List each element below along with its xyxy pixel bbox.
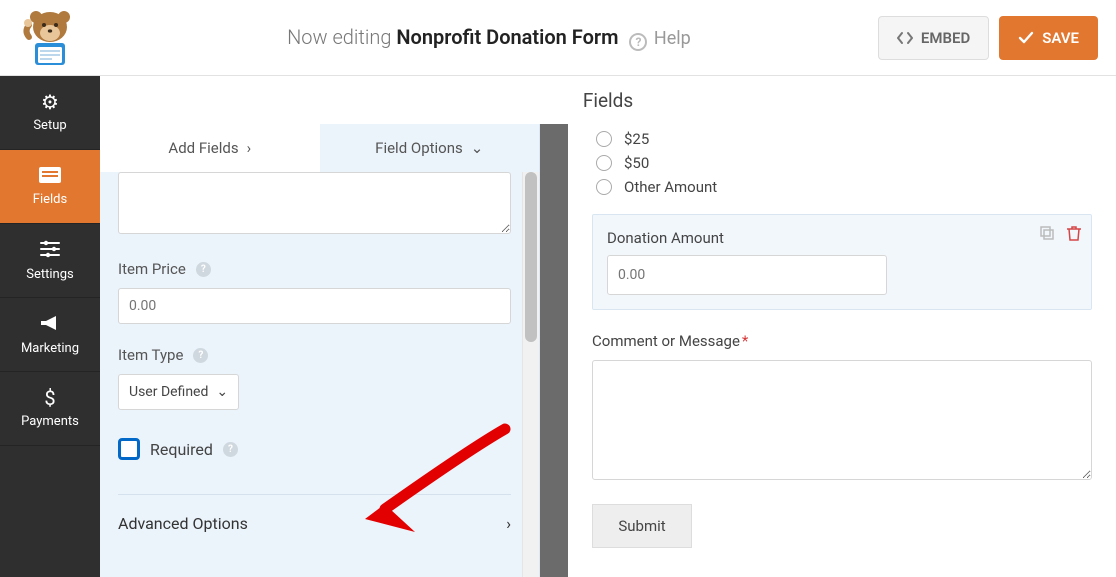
sidebar: ⚙ Setup Fields Settings Marketing $ Paym…	[0, 76, 100, 577]
pane-gutter	[540, 124, 568, 577]
help-icon[interactable]: ?	[223, 442, 238, 457]
item-price-label: Item Price ?	[118, 260, 511, 278]
radio-option[interactable]: $50	[596, 154, 1092, 172]
chevron-right-icon: ›	[506, 514, 511, 533]
dollar-icon: $	[44, 388, 55, 408]
app-logo	[0, 0, 100, 76]
help-link[interactable]: ? Help	[629, 28, 690, 49]
sidebar-item-marketing[interactable]: Marketing	[0, 298, 100, 372]
chevron-down-icon: ⌄	[216, 384, 228, 400]
form-icon	[39, 166, 61, 186]
trash-icon[interactable]	[1067, 225, 1081, 245]
tab-add-fields[interactable]: Add Fields ›	[100, 124, 320, 172]
required-star: *	[742, 332, 748, 350]
advanced-options-toggle[interactable]: Advanced Options ›	[118, 495, 511, 551]
section-title: Fields	[100, 76, 1116, 124]
item-type-label: Item Type ?	[118, 346, 511, 364]
top-bar: Now editing Nonprofit Donation Form ? He…	[0, 0, 1116, 76]
radio-icon	[596, 179, 612, 195]
item-type-select[interactable]: User Defined ⌄	[118, 374, 239, 410]
donation-amount-label: Donation Amount	[607, 229, 1077, 247]
form-name: Nonprofit Donation Form	[396, 25, 618, 49]
help-icon[interactable]: ?	[193, 348, 208, 363]
chevron-down-icon: ⌄	[471, 139, 484, 157]
radio-option[interactable]: Other Amount	[596, 178, 1092, 196]
submit-button[interactable]: Submit	[592, 504, 692, 548]
radio-icon	[596, 155, 612, 171]
radio-option[interactable]: $25	[596, 130, 1092, 148]
embed-button[interactable]: EMBED	[878, 16, 989, 60]
check-icon	[1018, 31, 1034, 45]
radio-icon	[596, 131, 612, 147]
required-label: Required	[150, 440, 213, 459]
scrollbar-track[interactable]	[522, 172, 539, 577]
duplicate-icon[interactable]	[1039, 225, 1055, 245]
bullhorn-icon	[39, 314, 61, 335]
form-preview: $25 $50 Other Amount Donation Amount Com…	[568, 124, 1116, 577]
donation-amount-input[interactable]	[607, 255, 887, 295]
comment-label: Comment or Message*	[592, 332, 1092, 350]
save-button[interactable]: SAVE	[999, 16, 1098, 60]
sliders-icon	[39, 240, 61, 261]
item-price-input[interactable]	[118, 288, 511, 324]
field-options-panel: Add Fields › Field Options ⌄ Item Price …	[100, 124, 540, 577]
form-title-wrap: Now editing Nonprofit Donation Form ? He…	[100, 25, 878, 51]
required-checkbox[interactable]	[118, 438, 140, 460]
sidebar-item-fields[interactable]: Fields	[0, 150, 100, 224]
comment-textarea[interactable]	[592, 360, 1092, 480]
chevron-right-icon: ›	[247, 139, 252, 157]
help-icon: ?	[629, 33, 647, 51]
tab-field-options[interactable]: Field Options ⌄	[320, 124, 540, 172]
gear-icon: ⚙	[41, 92, 59, 112]
scrollbar-thumb[interactable]	[525, 172, 537, 342]
sidebar-item-settings[interactable]: Settings	[0, 224, 100, 298]
code-icon	[897, 31, 913, 45]
sidebar-item-payments[interactable]: $ Payments	[0, 372, 100, 446]
help-icon[interactable]: ?	[196, 262, 211, 277]
editing-prefix: Now editing	[287, 25, 391, 49]
donation-amount-field[interactable]: Donation Amount	[592, 214, 1092, 310]
sidebar-item-setup[interactable]: ⚙ Setup	[0, 76, 100, 150]
description-textarea[interactable]	[118, 172, 511, 234]
